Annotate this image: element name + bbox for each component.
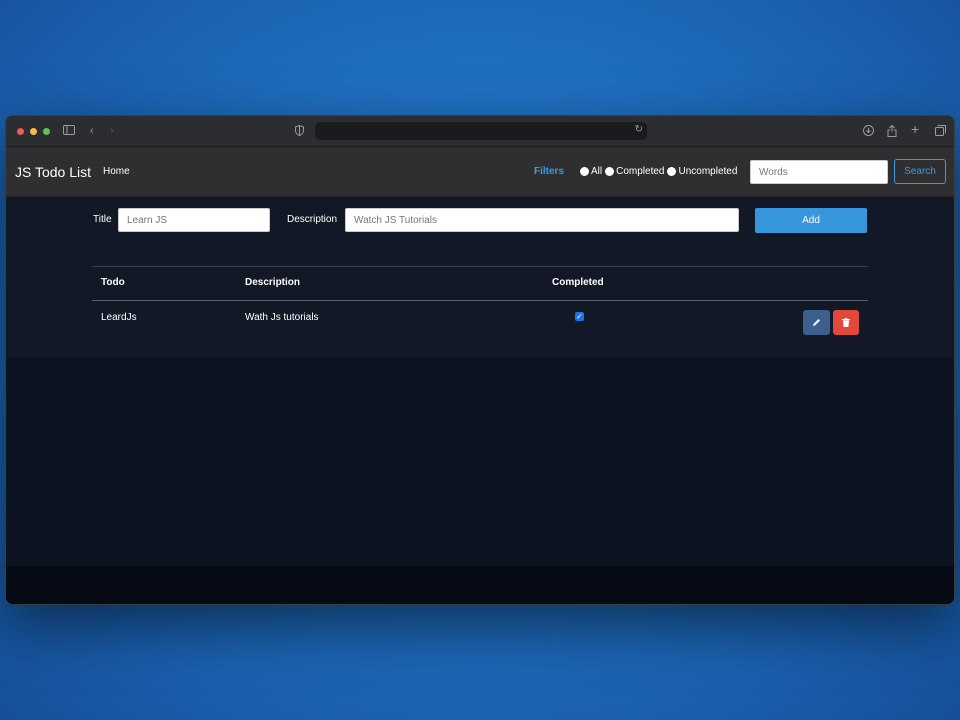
download-icon[interactable]: [863, 125, 874, 139]
new-tab-icon[interactable]: +: [911, 122, 919, 136]
main-content: Title Description Add Todo Description C…: [6, 197, 954, 357]
filter-all-label: All: [591, 166, 603, 177]
share-icon[interactable]: [887, 124, 897, 140]
filters-label: Filters: [534, 166, 565, 177]
search-button[interactable]: Search: [894, 159, 946, 184]
header-todo: Todo: [101, 277, 125, 288]
description-label: Description: [287, 214, 338, 225]
back-icon[interactable]: ‹: [90, 125, 94, 137]
table-top-divider: [92, 266, 868, 267]
title-input[interactable]: [118, 208, 270, 232]
filter-radio-group: All Completed Uncompleted: [579, 166, 739, 177]
delete-button[interactable]: [833, 310, 859, 335]
filter-completed-radio[interactable]: [605, 167, 615, 176]
address-bar[interactable]: ↻: [315, 122, 647, 140]
window-controls: [17, 127, 50, 135]
filter-all-radio[interactable]: [580, 167, 589, 176]
table-header-divider: [92, 300, 868, 301]
search-input[interactable]: [750, 160, 888, 184]
shield-icon[interactable]: [295, 124, 304, 139]
footer: [6, 566, 954, 604]
minimize-window-button[interactable]: [30, 127, 37, 135]
browser-titlebar: ‹ › ↻ +: [6, 116, 954, 147]
edit-button[interactable]: [803, 310, 830, 335]
filter-completed-label: Completed: [616, 166, 665, 177]
description-input[interactable]: [345, 208, 739, 232]
trash-icon: [842, 314, 850, 332]
browser-window: ‹ › ↻ + JS Todo List Home Filters All Co…: [5, 115, 955, 605]
forward-icon[interactable]: ›: [110, 125, 114, 137]
completed-checkbox[interactable]: ✓: [575, 312, 584, 321]
reload-icon[interactable]: ↻: [635, 124, 643, 135]
title-label: Title: [93, 214, 112, 225]
maximize-window-button[interactable]: [43, 127, 50, 135]
add-button[interactable]: Add: [755, 208, 867, 233]
close-window-button[interactable]: [17, 127, 24, 135]
nav-home-link[interactable]: Home: [103, 166, 130, 177]
tabs-overview-icon[interactable]: [935, 125, 946, 139]
filter-uncompleted-radio[interactable]: [667, 167, 677, 176]
empty-area: [6, 357, 954, 566]
header-description: Description: [245, 277, 301, 288]
app-brand[interactable]: JS Todo List: [15, 164, 91, 180]
todo-cell: LeardJs: [101, 312, 137, 323]
pencil-icon: [812, 314, 821, 332]
header-completed: Completed: [552, 277, 604, 288]
sidebar-icon[interactable]: [63, 125, 75, 138]
app-navbar: JS Todo List Home Filters All Completed …: [6, 147, 954, 197]
filter-uncompleted-label: Uncompleted: [678, 166, 738, 177]
description-cell: Wath Js tutorials: [245, 312, 319, 323]
